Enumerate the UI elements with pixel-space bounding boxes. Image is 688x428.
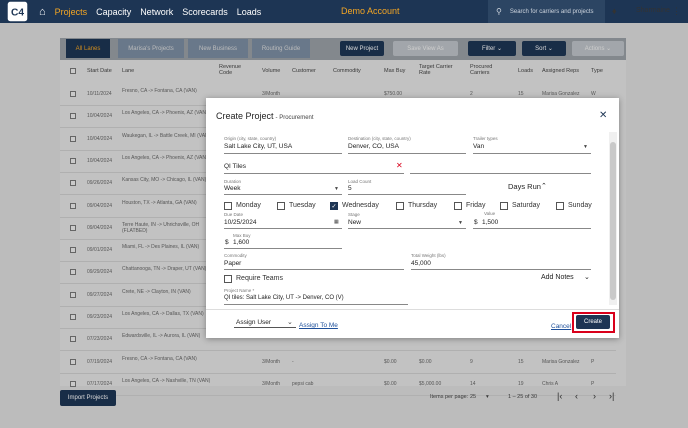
home-icon[interactable]: ⌂ — [39, 6, 46, 18]
require-teams-label: Require Teams — [236, 275, 283, 282]
nav-loads[interactable]: Loads — [237, 7, 262, 17]
load-count-label: Load Count — [348, 179, 372, 184]
search-icon: ⚲ — [496, 7, 502, 16]
day-label-monday: Monday — [236, 202, 261, 209]
chevron-down-icon[interactable]: ⌄ — [584, 273, 590, 281]
due-date-label: Due Date — [224, 212, 244, 217]
cancel-link[interactable]: Cancel — [551, 323, 571, 330]
duration-label: Duration — [224, 179, 242, 184]
stage-label: Stage — [348, 212, 360, 217]
scrollbar-thumb[interactable] — [610, 142, 616, 300]
project-name-field[interactable]: QI tiles: Salt Lake City, UT -> Denver, … — [224, 295, 344, 301]
destination-label: Destination (city, state, country) — [348, 136, 411, 141]
chevron-down-icon[interactable]: ▼ — [334, 186, 339, 192]
nav-capacity[interactable]: Capacity — [96, 7, 131, 17]
days-run-toggle[interactable]: Days Run — [508, 182, 541, 191]
origin-field[interactable]: Salt Lake City, UT, USA — [224, 143, 292, 150]
max-buy-field[interactable]: 1,600 — [233, 239, 249, 246]
day-label-sunday: Sunday — [568, 202, 592, 209]
nav-network[interactable]: Network — [140, 7, 173, 17]
stage-select[interactable]: New — [348, 219, 361, 226]
user-name[interactable]: Sharmaine — [636, 7, 670, 14]
dialog-title-text: Create Project — [216, 111, 274, 121]
chevron-down-icon[interactable]: ▼ — [583, 144, 588, 150]
duration-select[interactable]: Week — [224, 185, 241, 192]
project-name-label: Project Name * — [224, 288, 255, 293]
origin-label: Origin (city, state, country) — [224, 136, 277, 141]
weight-label: Total Weight (lbs) — [411, 253, 446, 258]
day-label-thursday: Thursday — [408, 202, 438, 209]
day-checkbox-thursday[interactable] — [396, 202, 404, 210]
search-placeholder: Search for carriers and projects — [509, 8, 594, 15]
day-label-wednesday: Wednesday — [342, 202, 379, 209]
add-notes-toggle[interactable]: Add Notes — [541, 274, 574, 281]
trailer-label: Trailer types — [473, 136, 498, 141]
customer-field[interactable]: QI Tiles — [224, 163, 246, 170]
day-checkbox-monday[interactable] — [224, 202, 232, 210]
global-search[interactable]: ⚲ Search for carriers and projects — [488, 0, 605, 23]
trailer-select[interactable]: Van — [473, 143, 484, 150]
due-date-field[interactable]: 10/25/2024 — [224, 219, 257, 226]
day-checkbox-wednesday[interactable]: ✓ — [330, 202, 338, 210]
commodity-label: Commodity — [224, 253, 247, 258]
bell-icon[interactable]: ♦ — [612, 6, 617, 16]
highlight-box — [572, 312, 615, 333]
dialog-subtitle: - Procurement — [275, 115, 314, 121]
close-icon[interactable]: ✕ — [599, 110, 607, 121]
day-checkbox-tuesday[interactable] — [277, 202, 285, 210]
value-field[interactable]: 1,500 — [482, 219, 498, 226]
more-vert-icon[interactable]: ⋮ — [672, 6, 681, 17]
chevron-down-icon[interactable]: ⌄ — [287, 318, 293, 326]
value-label: Value — [484, 211, 496, 216]
commodity-field[interactable]: Paper — [224, 260, 241, 267]
clear-icon[interactable]: ✕ — [396, 161, 403, 170]
calendar-icon[interactable]: ▦ — [334, 219, 339, 225]
weight-field[interactable]: 45,000 — [411, 260, 431, 267]
currency-symbol: $ — [225, 239, 229, 246]
demo-account-label: Demo Account — [341, 6, 400, 16]
day-checkbox-saturday[interactable] — [500, 202, 508, 210]
assign-user-select[interactable]: Assign User — [236, 319, 271, 326]
day-label-saturday: Saturday — [512, 202, 541, 209]
nav-projects[interactable]: Projects — [55, 7, 88, 17]
dialog-form: Origin (city, state, country) Salt Lake … — [206, 132, 619, 305]
nav-scorecards[interactable]: Scorecards — [182, 7, 228, 17]
chevron-down-icon[interactable]: ▼ — [458, 220, 463, 226]
dialog-title: Create Project - Procurement — [216, 111, 314, 121]
assign-to-me-link[interactable]: Assign To Me — [299, 322, 338, 329]
require-teams-checkbox[interactable] — [224, 275, 232, 283]
day-checkbox-friday[interactable] — [454, 202, 462, 210]
day-label-friday: Friday — [466, 202, 486, 209]
load-count-field[interactable]: 5 — [348, 185, 352, 192]
chevron-up-icon[interactable]: ⌃ — [541, 182, 547, 190]
c4-logo[interactable]: C4 — [7, 1, 28, 22]
destination-field[interactable]: Denver, CO, USA — [348, 143, 399, 150]
day-label-tuesday: Tuesday — [289, 202, 316, 209]
max-buy-label: Max Buy — [233, 233, 251, 238]
currency-symbol: $ — [474, 219, 478, 226]
day-checkbox-sunday[interactable] — [556, 202, 564, 210]
create-project-dialog: Create Project - Procurement ✕ Origin (ci… — [206, 98, 619, 338]
